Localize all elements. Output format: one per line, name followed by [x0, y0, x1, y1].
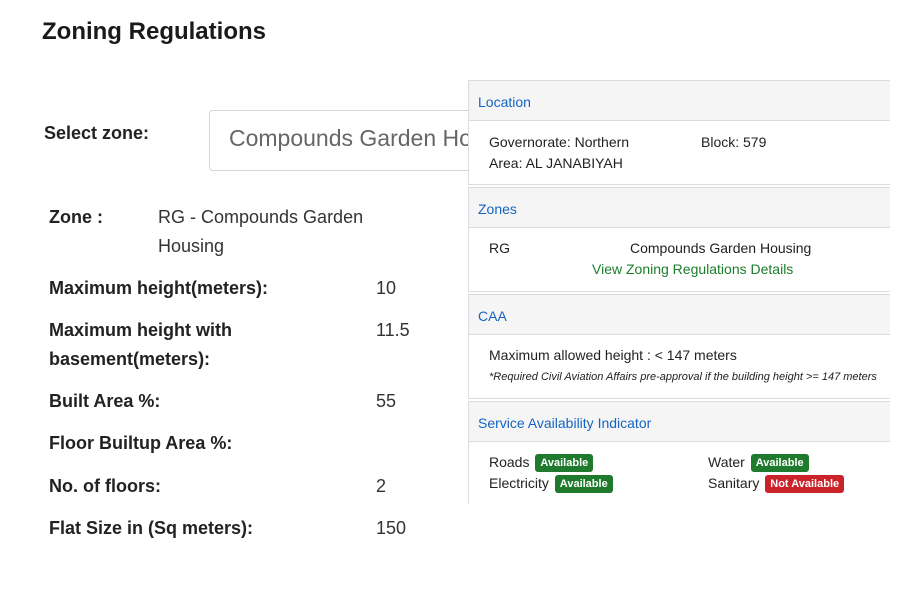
- zones-section: Zones RG Compounds Garden Housing View Z…: [468, 187, 890, 292]
- service-roads-badge: Available: [535, 454, 594, 473]
- services-heading: Service Availability Indicator: [469, 402, 890, 442]
- service-electricity: Electricity Available: [489, 475, 613, 494]
- service-roads: Roads Available: [489, 454, 594, 473]
- rule-value-zone: RG - Compounds Garden Housing: [158, 207, 364, 256]
- service-electricity-badge: Available: [554, 475, 613, 494]
- service-sanitary-label: Sanitary: [708, 475, 760, 491]
- service-water-badge: Available: [750, 454, 809, 473]
- rule-value-built-area: 55: [376, 391, 397, 411]
- rule-label-zone: Zone :: [49, 207, 103, 227]
- rule-value-max-height: 10: [376, 278, 397, 298]
- service-water-label: Water: [708, 454, 745, 470]
- zone-select[interactable]: Compounds Garden Housing: [209, 110, 509, 171]
- services-section: Service Availability Indicator Roads Ava…: [468, 401, 890, 504]
- location-heading: Location: [469, 81, 890, 121]
- zones-heading: Zones: [469, 188, 890, 228]
- caa-max-height: Maximum allowed height : < 147 meters: [489, 347, 737, 363]
- location-block: Block: 579: [701, 134, 767, 150]
- caa-heading: CAA: [469, 295, 890, 335]
- rule-value-flat-size: 150: [376, 518, 407, 538]
- rule-label-flat-size: Flat Size in (Sq meters):: [49, 518, 254, 538]
- parcel-info-panel: Location Governorate: Northern Block: 57…: [468, 80, 890, 504]
- caa-section: CAA Maximum allowed height : < 147 meter…: [468, 294, 890, 399]
- rule-value-max-height-basement: 11.5: [376, 320, 410, 340]
- rule-label-max-height: Maximum height(meters):: [49, 278, 269, 298]
- select-zone-label: Select zone:: [44, 123, 150, 143]
- location-section: Location Governorate: Northern Block: 57…: [468, 80, 890, 185]
- zone-name: Compounds Garden Housing: [630, 240, 812, 256]
- rule-value-floors: 2: [376, 476, 387, 496]
- view-zoning-details-link[interactable]: View Zoning Regulations Details: [592, 261, 793, 277]
- page-title: Zoning Regulations: [42, 18, 266, 45]
- location-area: Area: AL JANABIYAH: [489, 155, 623, 171]
- rule-label-floors: No. of floors:: [49, 476, 161, 496]
- caa-approval-note: *Required Civil Aviation Affairs pre-app…: [489, 371, 877, 383]
- rule-label-floor-builtup-area: Floor Builtup Area %:: [49, 433, 233, 453]
- location-governorate: Governorate: Northern: [489, 134, 630, 150]
- service-electricity-label: Electricity: [489, 475, 549, 491]
- zone-code: RG: [489, 240, 510, 256]
- service-sanitary-badge: Not Available: [765, 475, 845, 494]
- service-water: Water Available: [708, 454, 809, 473]
- service-roads-label: Roads: [489, 454, 530, 470]
- rule-label-built-area: Built Area %:: [49, 391, 161, 411]
- service-sanitary: Sanitary Not Available: [708, 475, 845, 494]
- rule-label-max-height-basement: Maximum height with basement(meters):: [49, 320, 233, 369]
